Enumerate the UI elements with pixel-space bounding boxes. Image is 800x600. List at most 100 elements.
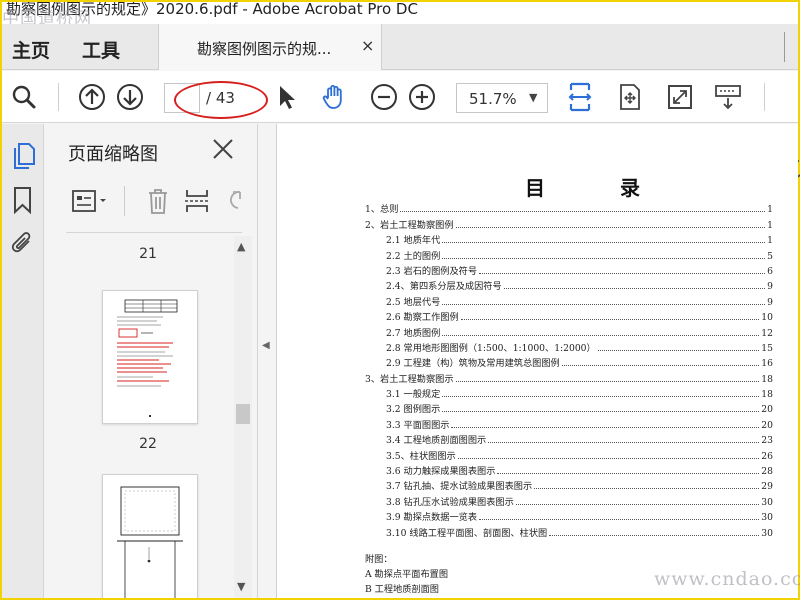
watermark-bottom-right: www.cndao.com xyxy=(654,568,800,590)
toc-entry-page: 1 xyxy=(767,235,773,247)
toc-entry-title: 2.4、第四系分层及成因符号 xyxy=(386,281,502,293)
document-heading: 目 录 xyxy=(525,176,674,200)
toc-entry[interactable]: 3.6 动力触探成果图表图示 28 xyxy=(365,462,773,477)
table-of-contents: 1、总则 1 2、岩土工程勘察图例 1 2.1 地质年代 1 2.2 土的图例 5 2.3 岩石… xyxy=(365,200,773,539)
document-tab[interactable]: 勘察图例图示的规... × xyxy=(158,24,382,70)
toc-leader-dots xyxy=(442,303,766,305)
extract-pages-icon[interactable] xyxy=(184,188,210,218)
fit-width-icon[interactable] xyxy=(566,82,594,112)
toc-entry[interactable]: 2、岩土工程勘察图例 1 xyxy=(365,215,773,231)
toc-entry[interactable]: 2.3 岩石的图例及符号 6 xyxy=(365,262,773,277)
undo-icon[interactable] xyxy=(222,188,244,218)
toc-entry-page: 5 xyxy=(767,250,773,262)
options-menu-icon[interactable] xyxy=(72,190,110,216)
toc-entry-title: 3.4 工程地质剖面图图示 xyxy=(386,435,487,447)
toc-entry-title: 3.9 勘探点数据一览表 xyxy=(386,512,478,524)
collapse-panel-icon[interactable]: ◀ xyxy=(262,340,270,351)
trash-icon[interactable] xyxy=(146,188,170,218)
toc-entry[interactable]: 3.9 勘探点数据一览表 30 xyxy=(365,508,773,523)
toc-leader-dots xyxy=(400,211,766,213)
panel-title: 页面缩略图 xyxy=(68,144,158,165)
toc-entry[interactable]: 1、总则 1 xyxy=(365,200,773,215)
thumbnail-page[interactable] xyxy=(102,474,198,598)
toc-entry-page: 12 xyxy=(761,327,773,339)
panel-toolbar-separator xyxy=(124,186,125,216)
scroll-mode-icon[interactable] xyxy=(714,83,742,111)
scrollbar-thumb[interactable] xyxy=(236,404,250,424)
cursor-arrow-icon[interactable] xyxy=(272,83,300,111)
rotate-view-icon[interactable] xyxy=(616,83,644,111)
tabbar-divider xyxy=(784,32,800,62)
toc-entry[interactable]: 2.7 地质图例 12 xyxy=(365,323,773,339)
toc-leader-dots xyxy=(442,257,766,259)
menu-home[interactable]: 主页 xyxy=(12,36,50,63)
toc-entry-page: 23 xyxy=(761,435,773,447)
toc-entry-page: 6 xyxy=(767,265,773,277)
toc-entry[interactable]: 2.9 工程建（构）筑物及常用建筑总图图例 16 xyxy=(365,354,773,369)
toc-entry[interactable]: 2.8 常用地形图图例（1:500、1:1000、1:2000） 15 xyxy=(365,339,773,354)
zoom-level-value: 51.7% xyxy=(469,90,517,108)
toc-entry[interactable]: 3.5、柱状图图示 26 xyxy=(365,446,773,462)
toc-entry-page: 28 xyxy=(761,466,773,478)
toc-entry-title: 3.5、柱状图图示 xyxy=(386,450,456,462)
toc-entry-title: 2、岩土工程勘察图例 xyxy=(365,219,454,231)
toc-entry-title: 2.7 地质图例 xyxy=(386,327,441,339)
arrow-up-circle-icon[interactable] xyxy=(78,83,106,111)
toc-leader-dots xyxy=(442,396,760,398)
toc-entry[interactable]: 2.5 地层代号 9 xyxy=(365,292,773,308)
thumbnail-scrollbar[interactable]: ▲ ▼ xyxy=(234,236,252,598)
toc-leader-dots xyxy=(457,457,760,459)
chevron-down-icon[interactable]: ▼ xyxy=(237,580,245,593)
toc-entry[interactable]: 2.1 地质年代 1 xyxy=(365,231,773,246)
toc-entry[interactable]: 3、岩土工程勘察图示 18 xyxy=(365,369,773,385)
full-screen-icon[interactable] xyxy=(666,83,694,111)
toc-entry-title: 3.2 图例图示 xyxy=(386,404,441,416)
toc-entry[interactable]: 3.10 线路工程平面图、剖面图、柱状图 30 xyxy=(365,523,773,539)
toc-entry[interactable]: 3.8 钻孔压水试验成果图表图示 30 xyxy=(365,492,773,508)
toc-entry-title: 3.7 钻孔抽、提水试验成果图表图示 xyxy=(386,481,533,493)
toc-entry-page: 26 xyxy=(761,450,773,462)
hand-icon[interactable] xyxy=(320,83,348,111)
toc-entry-page: 29 xyxy=(761,481,773,493)
panel-toolbar xyxy=(64,180,244,220)
page-thumbnails-icon[interactable] xyxy=(10,142,36,169)
toc-leader-dots xyxy=(479,519,760,521)
toc-leader-dots xyxy=(451,426,760,428)
toc-leader-dots xyxy=(597,349,760,351)
toc-entry-page: 18 xyxy=(761,373,773,385)
arrow-down-circle-icon[interactable] xyxy=(116,83,144,111)
toc-entry[interactable]: 3.4 工程地质剖面图图示 23 xyxy=(365,431,773,446)
toc-entry[interactable]: 3.3 平面图图示 20 xyxy=(365,415,773,431)
appendix-list: 附图： A 勘探点平面布置图 B 工程地质剖面图 xyxy=(365,552,448,597)
document-view[interactable]: 目 录 1、总则 1 2、岩土工程勘察图例 1 2.1 地质年代 1 2.2 土的图例 5 2.… xyxy=(276,124,798,598)
attachment-icon[interactable] xyxy=(10,230,36,256)
minus-circle-icon[interactable] xyxy=(370,83,398,111)
thumbnail-list: 21 22 xyxy=(66,236,242,598)
toc-entry[interactable]: 3.7 钻孔抽、提水试验成果图表图示 29 xyxy=(365,477,773,492)
thumbnail-page[interactable] xyxy=(102,290,198,424)
chevron-down-icon: ▼ xyxy=(529,91,538,104)
zoom-level-select[interactable]: 51.7% ▼ xyxy=(456,83,548,113)
plus-circle-icon[interactable] xyxy=(408,83,436,111)
toc-entry[interactable]: 3.2 图例图示 20 xyxy=(365,400,773,415)
window-title: 勘察图例图示的规定》2020.6.pdf - Adobe Acrobat Pro… xyxy=(2,2,798,24)
toc-entry[interactable]: 2.6 勘察工作图例 10 xyxy=(365,308,773,323)
toolbar-separator xyxy=(764,83,765,111)
navigation-strip xyxy=(2,124,44,598)
toc-entry[interactable]: 3.1 一般规定 18 xyxy=(365,385,773,400)
search-icon[interactable] xyxy=(10,83,38,111)
toc-entry[interactable]: 2.4、第四系分层及成因符号 9 xyxy=(365,277,773,292)
menu-tools[interactable]: 工具 xyxy=(82,36,120,63)
document-page: 目 录 1、总则 1 2、岩土工程勘察图例 1 2.1 地质年代 1 2.2 土的图例 5 2.… xyxy=(276,124,798,598)
close-tab-icon[interactable]: × xyxy=(361,36,374,55)
bookmark-icon[interactable] xyxy=(10,186,36,215)
menu-tab-bar: 主页 工具 勘察图例图示的规... × xyxy=(2,24,798,70)
toc-entry-title: 1、总则 xyxy=(365,204,399,216)
chevron-up-icon[interactable]: ▲ xyxy=(237,240,245,253)
toc-entry-title: 3.8 钻孔压水试验成果图表图示 xyxy=(386,496,514,508)
toc-entry-title: 2.2 土的图例 xyxy=(386,250,441,262)
toc-entry[interactable]: 2.2 土的图例 5 xyxy=(365,246,773,262)
red-ellipse-annotation xyxy=(174,81,268,119)
close-icon[interactable] xyxy=(212,138,234,160)
toc-entry-title: 3.10 线路工程平面图、剖面图、柱状图 xyxy=(386,527,548,539)
